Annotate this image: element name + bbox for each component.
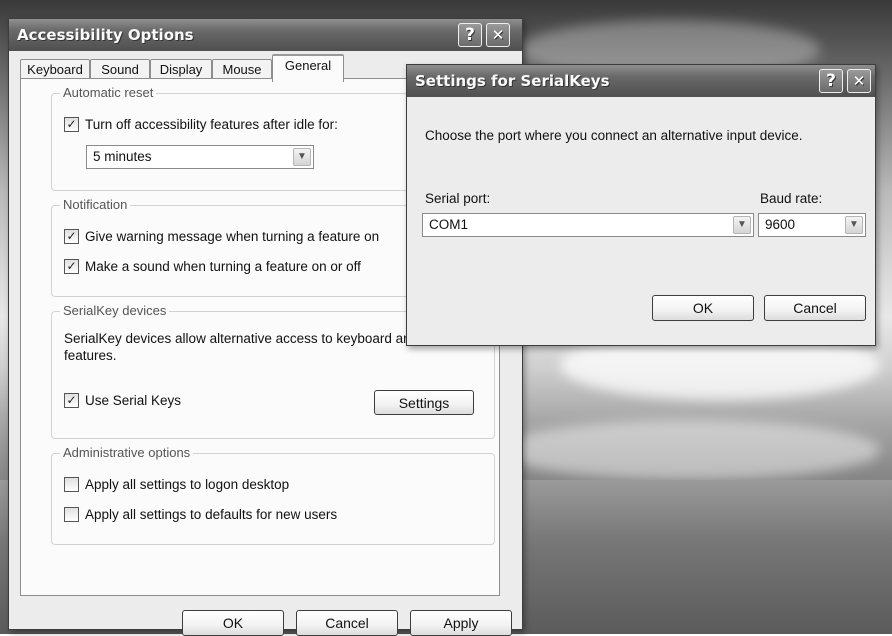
notification-title: Notification <box>60 197 131 213</box>
automatic-reset-title: Automatic reset <box>60 85 157 101</box>
baud-rate-label: Baud rate: <box>760 191 823 206</box>
defaults-checkbox-row[interactable]: Apply all settings to defaults for new u… <box>64 506 337 524</box>
idle-time-dropdown[interactable]: 5 minutes ▼ <box>86 145 314 169</box>
serialkeys-title-bar: Settings for SerialKeys ? ✕ <box>407 65 875 97</box>
apply-button[interactable]: Apply <box>410 610 512 636</box>
warning-checkbox-row[interactable]: ✓ Give warning message when turning a fea… <box>64 228 379 246</box>
warning-label: Give warning message when turning a feat… <box>85 229 380 244</box>
administrative-group: Administrative options Apply all setting… <box>51 445 495 545</box>
baud-rate-chevron-down-icon[interactable]: ▼ <box>845 216 863 234</box>
serialkeys-close-icon[interactable]: ✕ <box>847 69 871 93</box>
use-serial-keys-row[interactable]: ✓ Use Serial Keys <box>64 392 181 410</box>
turn-off-label: Turn off accessibility features after id… <box>85 117 338 132</box>
settings-button[interactable]: Settings <box>374 390 474 415</box>
use-serial-keys-label: Use Serial Keys <box>85 393 182 408</box>
tab-general[interactable]: General <box>272 54 344 82</box>
defaults-checkbox[interactable] <box>64 506 79 522</box>
use-serial-keys-checkbox[interactable]: ✓ <box>64 392 79 408</box>
serialkeys-cancel-button[interactable]: Cancel <box>764 295 866 321</box>
serial-port-value: COM1 <box>429 217 469 232</box>
help-icon[interactable]: ? <box>458 23 482 47</box>
chevron-down-icon[interactable]: ▼ <box>293 148 311 166</box>
sound-label: Make a sound when turning a feature on o… <box>85 259 361 274</box>
serialkeys-client-area: Choose the port where you connect an alt… <box>410 97 872 342</box>
serialkey-description: SerialKey devices allow alternative acce… <box>64 331 463 363</box>
sound-checkbox-row[interactable]: ✓ Make a sound when turning a feature on … <box>64 258 361 276</box>
serial-port-dropdown[interactable]: COM1 ▼ <box>422 213 754 237</box>
administrative-title: Administrative options <box>60 445 194 461</box>
sound-checkbox[interactable]: ✓ <box>64 258 79 274</box>
logon-label: Apply all settings to logon desktop <box>85 477 290 492</box>
serialkeys-settings-window: Settings for SerialKeys ? ✕ Choose the p… <box>406 64 876 346</box>
idle-time-value: 5 minutes <box>93 149 152 164</box>
serial-port-chevron-down-icon[interactable]: ▼ <box>733 216 751 234</box>
logon-checkbox-row[interactable]: Apply all settings to logon desktop <box>64 476 289 494</box>
serialkeys-ok-button[interactable]: OK <box>652 295 754 321</box>
baud-rate-dropdown[interactable]: 9600 ▼ <box>758 213 866 237</box>
serialkeys-instruction: Choose the port where you connect an alt… <box>425 128 803 143</box>
turn-off-checkbox[interactable]: ✓ <box>64 116 79 132</box>
serial-port-label: Serial port: <box>425 191 491 206</box>
logon-checkbox[interactable] <box>64 476 79 492</box>
serialkey-title: SerialKey devices <box>60 303 170 319</box>
baud-rate-value: 9600 <box>765 217 796 232</box>
defaults-label: Apply all settings to defaults for new u… <box>85 507 338 522</box>
serialkeys-help-icon[interactable]: ? <box>819 69 843 93</box>
close-icon[interactable]: ✕ <box>486 23 510 47</box>
warning-checkbox[interactable]: ✓ <box>64 228 79 244</box>
serialkeys-window-title: Settings for SerialKeys <box>415 72 610 90</box>
cancel-button[interactable]: Cancel <box>296 610 398 636</box>
title-bar: Accessibility Options ? ✕ <box>9 19 522 51</box>
ok-button[interactable]: OK <box>182 610 284 636</box>
window-title: Accessibility Options <box>17 26 194 44</box>
turn-off-checkbox-row[interactable]: ✓ Turn off accessibility features after i… <box>64 116 338 134</box>
